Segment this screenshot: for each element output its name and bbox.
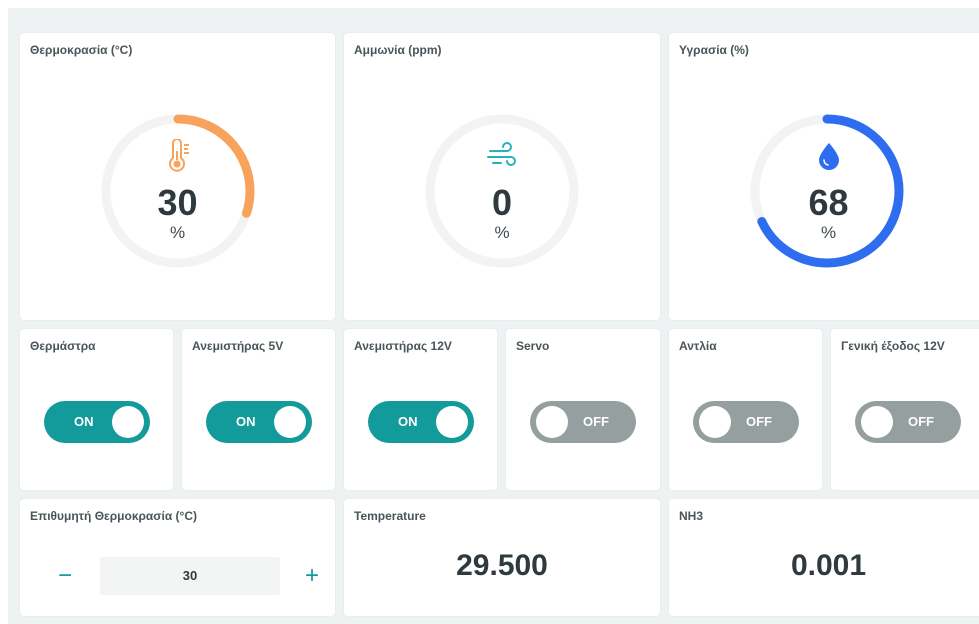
toggle-label: ON (74, 414, 94, 429)
gauge-value: 0 (491, 182, 513, 223)
card-title: Υγρασία (%) (679, 43, 749, 57)
decrease-button[interactable]: − (50, 561, 80, 591)
toggle-label: OFF (746, 414, 772, 429)
toggle-label: OFF (908, 414, 934, 429)
fan-12v-switch-card: Ανεμιστήρας 12V ON (344, 329, 497, 490)
card-title: Θερμάστρα (30, 339, 96, 353)
gauge-unit: % (169, 223, 186, 242)
card-title: Θερμοκρασία (°C) (30, 43, 133, 57)
nh3-value-card: NH3 0.001 (669, 499, 979, 616)
gauge-unit: % (494, 223, 510, 242)
general-output-switch-card: Γενική έξοδος 12V OFF (831, 329, 979, 490)
toggle-knob (699, 406, 731, 438)
card-title: Επιθυμητή Θερμοκρασία (°C) (30, 509, 198, 523)
target-temperature-value[interactable]: 30 (100, 557, 280, 595)
fan-12v-toggle[interactable]: ON (368, 401, 474, 443)
card-title: Temperature (354, 509, 426, 523)
dashboard: Θερμοκρασία (°C) 30 % Αμμωνία (ppm) 0 % … (8, 8, 979, 624)
toggle-knob (274, 406, 306, 438)
servo-toggle[interactable]: OFF (530, 401, 636, 443)
heater-switch-card: Θερμάστρα ON (20, 329, 173, 490)
toggle-label: OFF (583, 414, 609, 429)
humidity-gauge-card: Υγρασία (%) 68 % (669, 33, 979, 320)
temperature-value-card: Temperature 29.500 (344, 499, 660, 616)
thermometer-icon (161, 138, 195, 173)
card-title: NH3 (679, 509, 704, 523)
fan-5v-toggle[interactable]: ON (206, 401, 312, 443)
heater-toggle[interactable]: ON (44, 401, 150, 443)
gauge-unit: % (820, 223, 837, 242)
card-title: Αμμωνία (ppm) (354, 43, 442, 57)
fan-5v-switch-card: Ανεμιστήρας 5V ON (182, 329, 335, 490)
gauge-value: 30 (157, 182, 198, 223)
temperature-value: 29.500 (456, 549, 548, 582)
gauge-value: 68 (808, 182, 849, 223)
toggle-knob (112, 406, 144, 438)
general-output-toggle[interactable]: OFF (855, 401, 961, 443)
card-title: Ανεμιστήρας 5V (192, 339, 284, 353)
card-title: Αντλία (679, 339, 717, 353)
temperature-gauge-card: Θερμοκρασία (°C) 30 % (20, 33, 335, 320)
card-title: Γενική έξοδος 12V (841, 339, 945, 353)
toggle-knob (436, 406, 468, 438)
card-title: Ανεμιστήρας 12V (354, 339, 452, 353)
toggle-label: ON (236, 414, 256, 429)
servo-switch-card: Servo OFF (506, 329, 660, 490)
wind-icon (485, 139, 519, 173)
droplet-icon (812, 139, 846, 173)
toggle-label: ON (398, 414, 418, 429)
nh3-value: 0.001 (790, 549, 867, 582)
card-title: Servo (516, 339, 550, 353)
target-temperature-card: Επιθυμητή Θερμοκρασία (°C) − 30 + (20, 499, 335, 616)
pump-switch-card: Αντλία OFF (669, 329, 822, 490)
pump-toggle[interactable]: OFF (693, 401, 799, 443)
increase-button[interactable]: + (297, 561, 327, 591)
toggle-knob (861, 406, 893, 438)
ammonia-gauge-card: Αμμωνία (ppm) 0 % (344, 33, 660, 320)
toggle-knob (536, 406, 568, 438)
